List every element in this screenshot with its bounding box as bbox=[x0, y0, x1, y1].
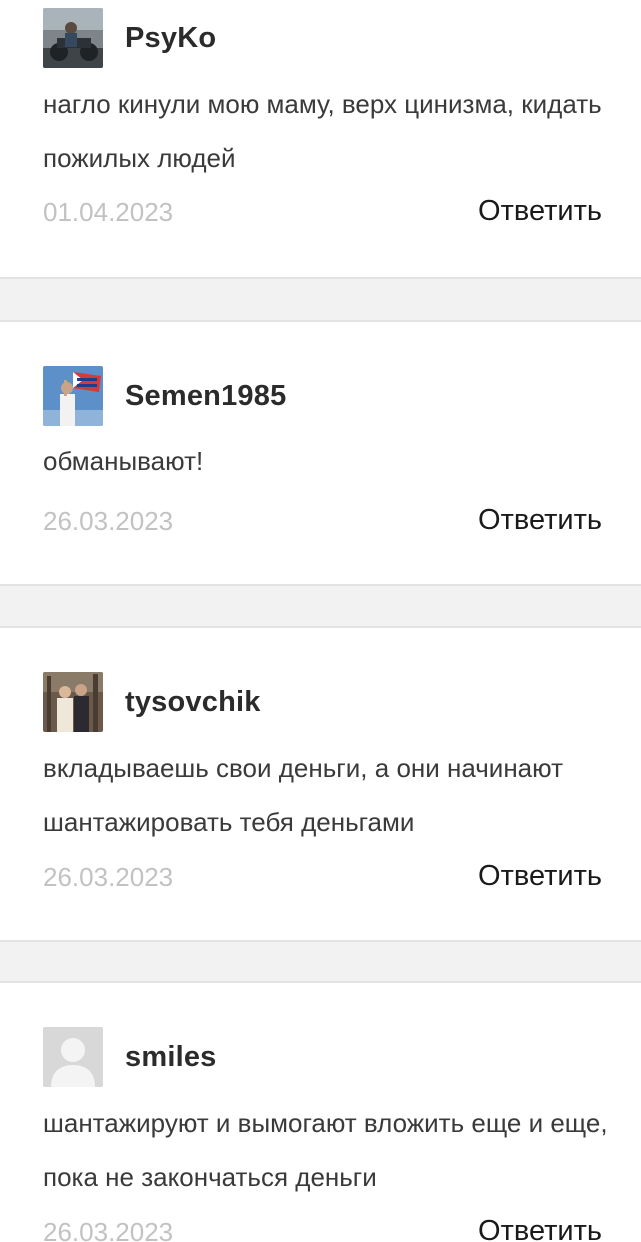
user-photo-couple-icon bbox=[43, 672, 103, 732]
comment-text: обманывают! bbox=[43, 446, 204, 476]
comment-header: smiles bbox=[43, 1027, 217, 1087]
comment-card: Semen1985 обманывают! 26.03.2023 Ответит… bbox=[0, 320, 641, 586]
reply-button[interactable]: Ответить bbox=[478, 860, 602, 893]
comment-header: PsyKo bbox=[43, 8, 216, 68]
comment-date: 01.04.2023 bbox=[43, 197, 174, 227]
reply-button[interactable]: Ответить bbox=[478, 1215, 602, 1242]
comment-text: вкладываешь свои деньги, а они начинают … bbox=[43, 753, 563, 837]
comment-username[interactable]: PsyKo bbox=[125, 22, 216, 55]
reply-button[interactable]: Ответить bbox=[478, 195, 602, 228]
comments-feed: PsyKo нагло кинули мою маму, верх цинизм… bbox=[0, 0, 641, 1242]
comment-card: PsyKo нагло кинули мою маму, верх цинизм… bbox=[0, 0, 641, 279]
avatar[interactable] bbox=[43, 366, 103, 426]
comment-username[interactable]: tysovchik bbox=[125, 686, 261, 719]
default-avatar-icon bbox=[43, 1027, 103, 1087]
comment-text: нагло кинули мою маму, верх цинизма, кид… bbox=[43, 89, 602, 173]
comment-text: шантажируют и вымогают вложить еще и еще… bbox=[43, 1108, 608, 1192]
avatar[interactable] bbox=[43, 672, 103, 732]
comment-date: 26.03.2023 bbox=[43, 1217, 174, 1242]
comment-username[interactable]: Semen1985 bbox=[125, 380, 286, 413]
comment-header: tysovchik bbox=[43, 672, 261, 732]
avatar[interactable] bbox=[43, 1027, 103, 1087]
comment-date: 26.03.2023 bbox=[43, 506, 174, 536]
comment-header: Semen1985 bbox=[43, 366, 286, 426]
comment-date: 26.03.2023 bbox=[43, 862, 174, 892]
user-photo-motorcycle-icon bbox=[43, 8, 103, 68]
reply-button[interactable]: Ответить bbox=[478, 504, 602, 537]
user-photo-flag-icon bbox=[43, 366, 103, 426]
avatar[interactable] bbox=[43, 8, 103, 68]
comment-username[interactable]: smiles bbox=[125, 1041, 217, 1074]
comment-card: smiles шантажируют и вымогают вложить ещ… bbox=[0, 981, 641, 1242]
comment-card: tysovchik вкладываешь свои деньги, а они… bbox=[0, 626, 641, 942]
